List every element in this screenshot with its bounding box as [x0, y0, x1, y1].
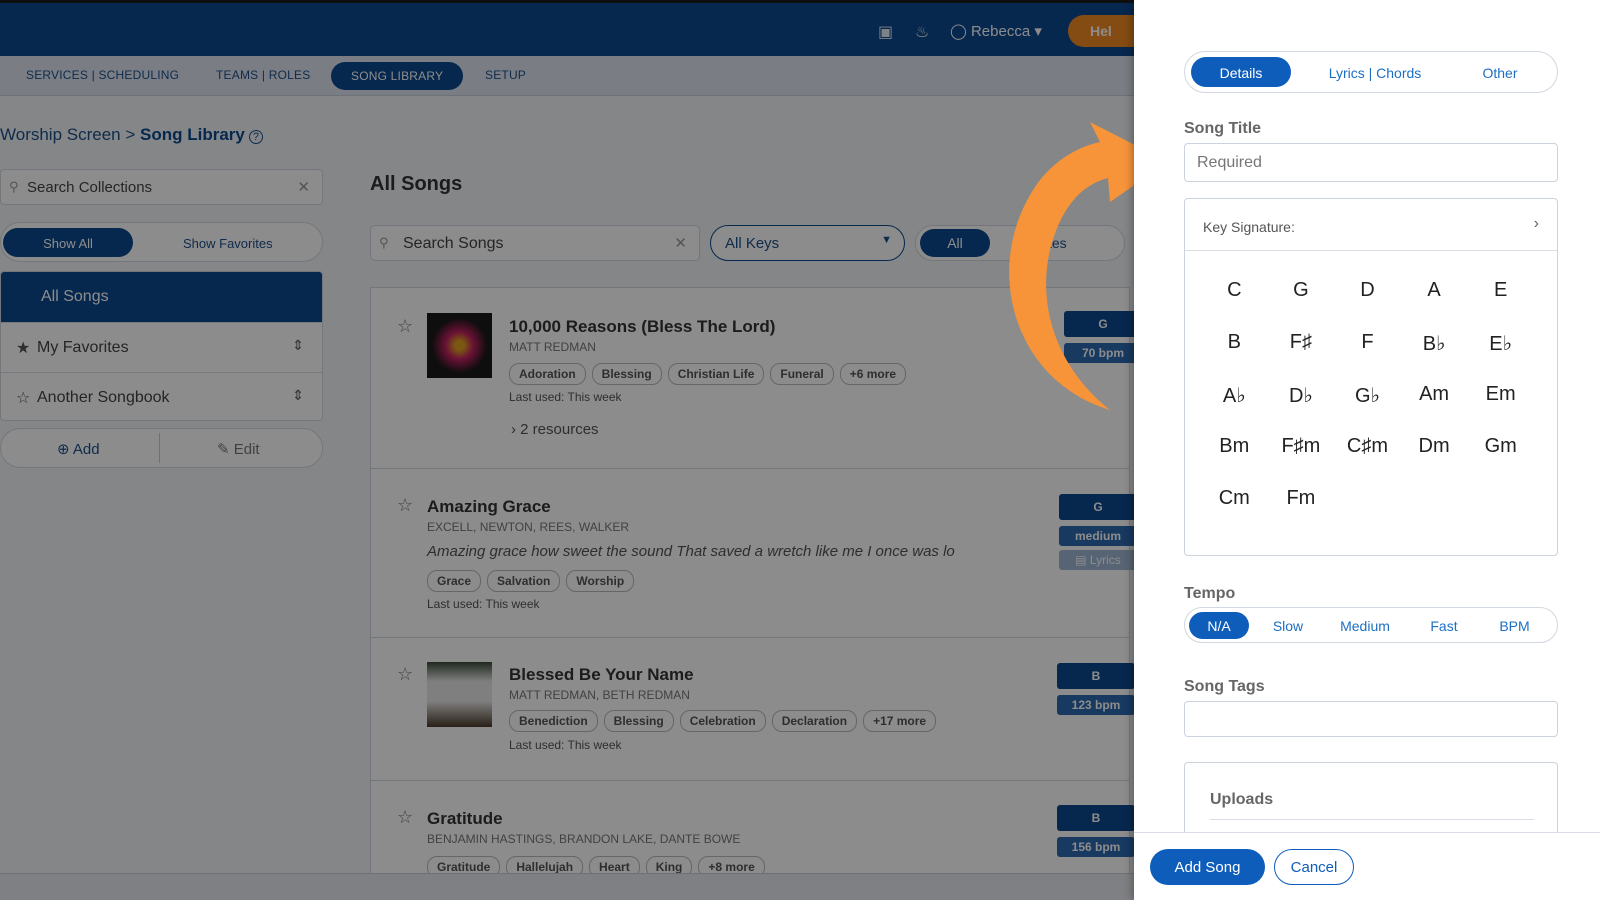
uploads-section: Uploads	[1184, 762, 1558, 832]
tempo-medium[interactable]: Medium	[1330, 612, 1400, 639]
tempo-na[interactable]: N/A	[1189, 612, 1249, 639]
tab-other[interactable]: Other	[1465, 57, 1535, 87]
add-song-panel: Details Lyrics | Chords Other Song Title…	[1134, 0, 1600, 900]
key-option[interactable]: G	[1268, 279, 1335, 305]
key-signature-box: Key Signature: › C G D A E B F♯ F B♭ E♭ …	[1184, 198, 1558, 556]
divider	[1210, 819, 1534, 820]
panel-footer: Add Song Cancel	[1134, 832, 1600, 900]
key-option[interactable]: G♭	[1334, 383, 1401, 409]
key-option[interactable]: Am	[1401, 383, 1468, 409]
song-title-label: Song Title	[1184, 120, 1262, 137]
key-option[interactable]: E♭	[1467, 331, 1534, 357]
key-option[interactable]: Em	[1467, 383, 1534, 409]
key-signature-label: Key Signature:	[1203, 219, 1295, 235]
tab-lyrics-chords[interactable]: Lyrics | Chords	[1315, 57, 1435, 87]
key-option[interactable]: F♯	[1268, 331, 1335, 357]
add-song-button[interactable]: Add Song	[1150, 849, 1265, 885]
key-option[interactable]: F	[1334, 331, 1401, 357]
key-option[interactable]: Dm	[1401, 435, 1468, 461]
key-option[interactable]: Cm	[1201, 487, 1268, 513]
key-option[interactable]: A	[1401, 279, 1468, 305]
song-title-input[interactable]	[1184, 143, 1558, 182]
key-grid: C G D A E B F♯ F B♭ E♭ A♭ D♭ G♭ Am Em Bm…	[1201, 279, 1541, 513]
chevron-right-icon: ›	[1533, 215, 1539, 232]
key-option[interactable]: B	[1201, 331, 1268, 357]
tempo-bpm[interactable]: BPM	[1487, 612, 1542, 639]
key-option[interactable]: D	[1334, 279, 1401, 305]
key-option[interactable]: D♭	[1268, 383, 1335, 409]
cancel-button[interactable]: Cancel	[1274, 849, 1354, 885]
key-option[interactable]: C♯m	[1334, 435, 1401, 461]
key-option[interactable]: B♭	[1401, 331, 1468, 357]
uploads-label: Uploads	[1210, 791, 1274, 808]
panel-tabs: Details Lyrics | Chords Other	[1184, 51, 1558, 93]
key-option[interactable]: A♭	[1201, 383, 1268, 409]
key-signature-header[interactable]: Key Signature: ›	[1185, 199, 1557, 251]
key-option[interactable]: F♯m	[1268, 435, 1335, 461]
tempo-fast[interactable]: Fast	[1419, 612, 1469, 639]
key-option[interactable]: Bm	[1201, 435, 1268, 461]
key-option[interactable]: E	[1467, 279, 1534, 305]
tempo-selector: N/A Slow Medium Fast BPM	[1184, 607, 1558, 643]
key-option[interactable]: C	[1201, 279, 1268, 305]
key-option[interactable]: Gm	[1467, 435, 1534, 461]
key-option[interactable]: Fm	[1268, 487, 1335, 513]
tempo-slow[interactable]: Slow	[1263, 612, 1313, 639]
song-tags-input[interactable]	[1184, 701, 1558, 737]
tab-details[interactable]: Details	[1191, 57, 1291, 87]
tempo-label: Tempo	[1184, 585, 1236, 602]
song-tags-label: Song Tags	[1184, 678, 1265, 695]
